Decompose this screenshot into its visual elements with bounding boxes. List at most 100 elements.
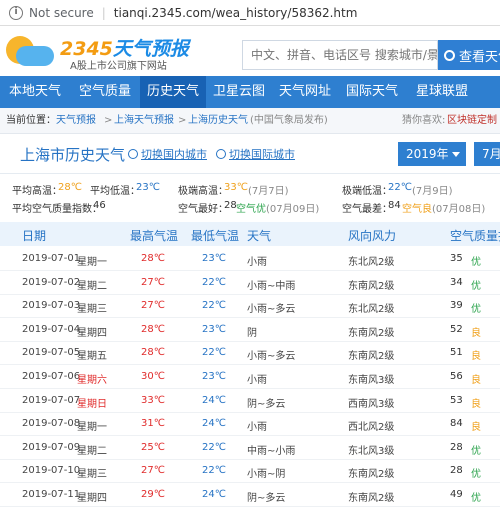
col-high: 最高气温: [130, 229, 179, 243]
site-header: 2345天气预报 A股上市公司旗下网站 查看天气: [0, 26, 500, 76]
breadcrumb-history[interactable]: 上海历史天气: [188, 108, 248, 134]
cell-high: 28℃: [141, 347, 165, 359]
cell-date: 2019-07-06: [22, 371, 81, 382]
cell-level: 良: [471, 375, 481, 386]
max-high-label: 极端高温：: [178, 186, 228, 197]
url-text[interactable]: tianqi.2345.com/wea_history/58362.htm: [114, 6, 358, 20]
switch-intl-link[interactable]: 切换国际城市: [216, 146, 295, 162]
cell-aqi: 49: [450, 489, 463, 500]
cell-week: 星期二: [77, 280, 107, 292]
nav-item-local[interactable]: 本地天气: [0, 76, 70, 108]
switch-domestic-link[interactable]: 切换国内城市: [128, 146, 207, 162]
cell-wind: 东南风2级: [348, 327, 395, 339]
cell-high: 25℃: [141, 441, 165, 453]
table-row: 2019-07-01 星期一 28℃ 23℃ 小雨 东北风2级 35 优: [0, 247, 500, 271]
worst-air-level: 空气良: [402, 204, 432, 215]
cell-week: 星期二: [77, 445, 107, 457]
cell-date: 2019-07-01: [22, 253, 81, 264]
cell-aqi: 84: [450, 418, 463, 430]
cell-week: 星期三: [77, 304, 107, 316]
cell-wind: 东北风2级: [348, 304, 395, 316]
cell-high: 28℃: [141, 323, 165, 335]
table-row: 2019-07-02 星期二 27℃ 22℃ 小雨~中雨 东南风2级 34 优: [0, 271, 500, 295]
search-button-label: 查看天气: [459, 49, 500, 65]
cell-week: 星期四: [77, 493, 107, 504]
min-low-value: 22℃: [388, 182, 412, 193]
cell-aqi: 53: [450, 394, 463, 406]
best-air-value: 28: [224, 200, 237, 211]
cell-high: 28℃: [141, 253, 165, 264]
table-row: 2019-07-11 星期四 29℃ 24℃ 阴~多云 东南风2级 49 优: [0, 483, 500, 507]
cell-week: 星期三: [77, 469, 107, 481]
year-select[interactable]: 2019年: [398, 142, 466, 166]
nav-item-alliance[interactable]: 星球联盟: [406, 76, 500, 108]
page-title: 上海市历史天气: [20, 146, 126, 164]
best-air-date: (07月09日): [266, 204, 320, 215]
max-high-value: 33℃: [224, 182, 248, 193]
min-low-date: (7月9日): [412, 186, 453, 197]
breadcrumb-sep: >: [104, 115, 113, 126]
recommend-label: 猜你喜欢:: [402, 115, 446, 126]
cell-date: 2019-07-11: [22, 489, 81, 500]
info-icon[interactable]: i: [9, 5, 23, 20]
cell-wind: 东南风2级: [348, 351, 395, 363]
cell-date: 2019-07-10: [22, 465, 81, 477]
cell-low: 23℃: [202, 253, 226, 264]
history-table-header: 日期 最高气温 最低气温 天气 风向风力 空气质量指: [0, 222, 500, 246]
nav-item-intl[interactable]: 国际天气: [338, 76, 406, 108]
nav-item-history[interactable]: 历史天气: [140, 76, 206, 108]
cell-date: 2019-07-03: [22, 300, 81, 312]
cell-aqi: 28: [450, 441, 463, 453]
cell-week: 星期一: [77, 422, 107, 434]
table-row: 2019-07-08 星期一 31℃ 24℃ 小雨 西北风2级 84 良: [0, 412, 500, 437]
min-low-label: 极端低温：: [342, 186, 392, 197]
worst-air-date: (07月08日): [432, 204, 486, 215]
breadcrumb-shanghai[interactable]: 上海天气预报: [114, 108, 174, 134]
cell-level: 优: [471, 469, 481, 481]
search-weather-button[interactable]: 查看天气: [438, 40, 500, 70]
cell-level: 优: [471, 280, 481, 292]
security-label: Not secure: [29, 5, 94, 20]
site-logo[interactable]: 2345天气预报 A股上市公司旗下网站: [6, 32, 189, 72]
cell-high: 27℃: [141, 300, 165, 312]
city-search-input[interactable]: [242, 40, 438, 70]
cell-aqi: 34: [450, 276, 463, 288]
cell-high: 29℃: [141, 489, 165, 500]
cell-low: 22℃: [202, 441, 226, 453]
cell-high: 27℃: [141, 465, 165, 477]
recommend-link[interactable]: 区块链定制: [447, 108, 497, 134]
month-value: 7月: [482, 147, 500, 161]
switch-domestic-label: 切换国内城市: [141, 148, 207, 161]
cell-week: 星期四: [77, 327, 107, 339]
col-wind: 风向风力: [348, 229, 397, 243]
switch-icon: [216, 149, 226, 159]
breadcrumb-note: (中国气象局发布): [250, 115, 328, 126]
cell-date: 2019-07-02: [22, 276, 81, 288]
cell-weather: 小雨~阴: [247, 469, 286, 481]
summary-stats: 平均高温： 28℃ 平均低温： 23℃ 极端高温： 33℃ (7月7日) 极端低…: [0, 176, 500, 218]
table-row: 2019-07-04 星期四 28℃ 23℃ 阴 东南风2级 52 良: [0, 318, 500, 342]
nav-item-sites[interactable]: 天气网址: [272, 76, 338, 108]
cell-aqi: 28: [450, 465, 463, 477]
breadcrumb: 当前位置： 天气预报 > 上海天气预报 > 上海历史天气 (中国气象局发布) 猜…: [0, 108, 500, 134]
cell-high: 31℃: [141, 418, 165, 430]
nav-item-air[interactable]: 空气质量: [70, 76, 140, 108]
nav-item-satellite[interactable]: 卫星云图: [206, 76, 272, 108]
cell-low: 24℃: [202, 418, 226, 430]
table-row: 2019-07-03 星期三 27℃ 22℃ 小雨~多云 东北风2级 39 优: [0, 294, 500, 319]
best-air-label: 空气最好：: [178, 204, 228, 215]
cell-level: 优: [471, 304, 481, 316]
cell-wind: 东南风2级: [348, 469, 395, 481]
breadcrumb-forecast[interactable]: 天气预报: [56, 108, 96, 134]
cell-weather: 小雨~多云: [247, 351, 296, 363]
year-value: 2019年: [406, 147, 449, 161]
avg-high-label: 平均高温：: [12, 186, 62, 197]
month-select[interactable]: 7月: [474, 142, 500, 166]
cell-date: 2019-07-04: [22, 323, 81, 335]
cell-level: 良: [471, 398, 481, 410]
cell-high: 33℃: [141, 394, 165, 406]
avg-low-label: 平均低温：: [90, 186, 140, 197]
cell-level: 良: [471, 351, 481, 363]
browser-address-bar[interactable]: i Not secure | tianqi.2345.com/wea_histo…: [0, 0, 500, 26]
col-low: 最低气温: [191, 229, 240, 243]
